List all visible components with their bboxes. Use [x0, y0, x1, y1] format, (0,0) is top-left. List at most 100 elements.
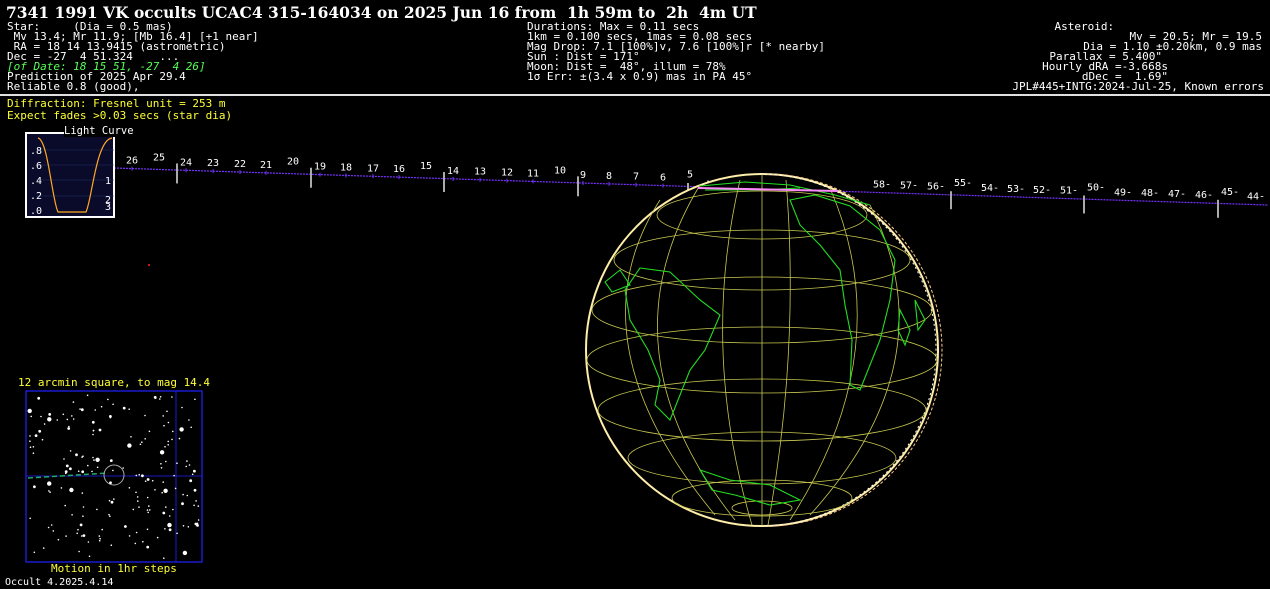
star-dot [80, 408, 84, 412]
star-dot [137, 500, 139, 502]
star-dot [50, 524, 53, 526]
star-dot [166, 410, 168, 413]
star-dot [128, 535, 131, 537]
star-dot [69, 467, 72, 471]
star-dot [138, 473, 140, 476]
star-dot [65, 464, 69, 468]
lc-right-label-3: 3 [105, 202, 112, 213]
track-label: 51- [1060, 186, 1078, 197]
star-dot [142, 540, 144, 543]
lc-tick-00: .0 [30, 206, 43, 217]
star-dot [96, 466, 99, 469]
track-label: 15 [420, 161, 432, 172]
track-label: 17 [367, 163, 379, 174]
star-dot [77, 528, 79, 531]
star-dot [181, 502, 184, 506]
star-dot [153, 396, 157, 399]
track-label: 8 [606, 171, 612, 182]
track-label: 5 [687, 169, 693, 180]
lc-right-label-1: 1 [105, 176, 112, 187]
star-dot [92, 433, 94, 436]
star-dot [41, 438, 44, 441]
star-dot [162, 481, 164, 483]
star-dot [27, 408, 32, 414]
star-dot [156, 536, 159, 539]
star-dot [92, 429, 95, 432]
star-dot [188, 419, 190, 421]
star-dot [47, 526, 50, 529]
star-dot [197, 505, 200, 507]
track-label: 58- [873, 180, 891, 191]
track-label: 12 [501, 168, 513, 179]
track-label: 46- [1195, 190, 1213, 201]
track-label: 9 [580, 170, 586, 181]
track-label: 10 [554, 165, 566, 176]
star-dot [122, 406, 126, 410]
track-label: 19 [314, 162, 326, 173]
star-dot [149, 509, 151, 511]
star-dot [110, 500, 114, 504]
star-dot [32, 446, 35, 448]
star-dot [48, 490, 50, 492]
star-dot [112, 403, 114, 406]
star-chart-caption: Motion in 1hr steps [51, 562, 177, 575]
star-dot [108, 499, 111, 502]
star-dot [72, 401, 75, 403]
star-dot [88, 555, 91, 558]
track-label: 14 [447, 166, 459, 177]
star-dot [69, 450, 72, 452]
star-dot [122, 467, 124, 469]
star-dot [86, 394, 89, 397]
star-dot [167, 444, 169, 446]
track-label: 55- [954, 178, 972, 189]
star-dot [81, 492, 84, 494]
star-dot [93, 459, 95, 461]
earth-globe [585, 173, 943, 527]
star-dot [49, 491, 51, 494]
star-dot [193, 504, 195, 507]
star-dot [99, 537, 101, 540]
star-dot [38, 429, 42, 433]
star-dot [172, 508, 174, 511]
star-dot [87, 541, 90, 543]
star-dot [71, 415, 73, 417]
star-dot [167, 522, 172, 528]
star-dot [185, 465, 187, 468]
light-curve-title: Light Curve [64, 125, 134, 137]
star-dot [162, 511, 166, 515]
star-dot [128, 408, 130, 411]
star-dot [146, 528, 149, 531]
star-dot [47, 417, 52, 422]
track-label: 49- [1114, 187, 1132, 198]
star-dot [146, 545, 150, 549]
star-dot [182, 493, 184, 496]
star-dot [37, 396, 41, 400]
star-dot [182, 550, 188, 556]
star-dot [144, 414, 146, 417]
track-label: 25 [153, 152, 165, 163]
star-dot [76, 532, 78, 535]
star-dot [136, 496, 139, 498]
track-label: 26 [126, 156, 138, 167]
star-dot [162, 415, 164, 417]
star-dot [40, 415, 42, 418]
star-dot [164, 528, 166, 530]
star-dot [194, 522, 198, 526]
star-dot [33, 551, 36, 554]
lc-tick-02: .2 [30, 191, 43, 202]
star-dot [144, 438, 146, 440]
star-dot [187, 526, 190, 528]
star-dot [29, 517, 32, 520]
star-dot [92, 456, 94, 459]
star-dot [29, 446, 32, 449]
track-label: 22 [234, 159, 246, 170]
star-dot [172, 430, 174, 433]
star-dot [190, 426, 192, 429]
star-dot [79, 523, 83, 527]
star-dot [163, 424, 165, 427]
version-footer: Occult 4.2025.4.14 [5, 577, 114, 588]
star-dot [112, 469, 114, 472]
star-dot [167, 440, 169, 443]
star-dot [164, 446, 166, 448]
star-dot [69, 487, 74, 493]
